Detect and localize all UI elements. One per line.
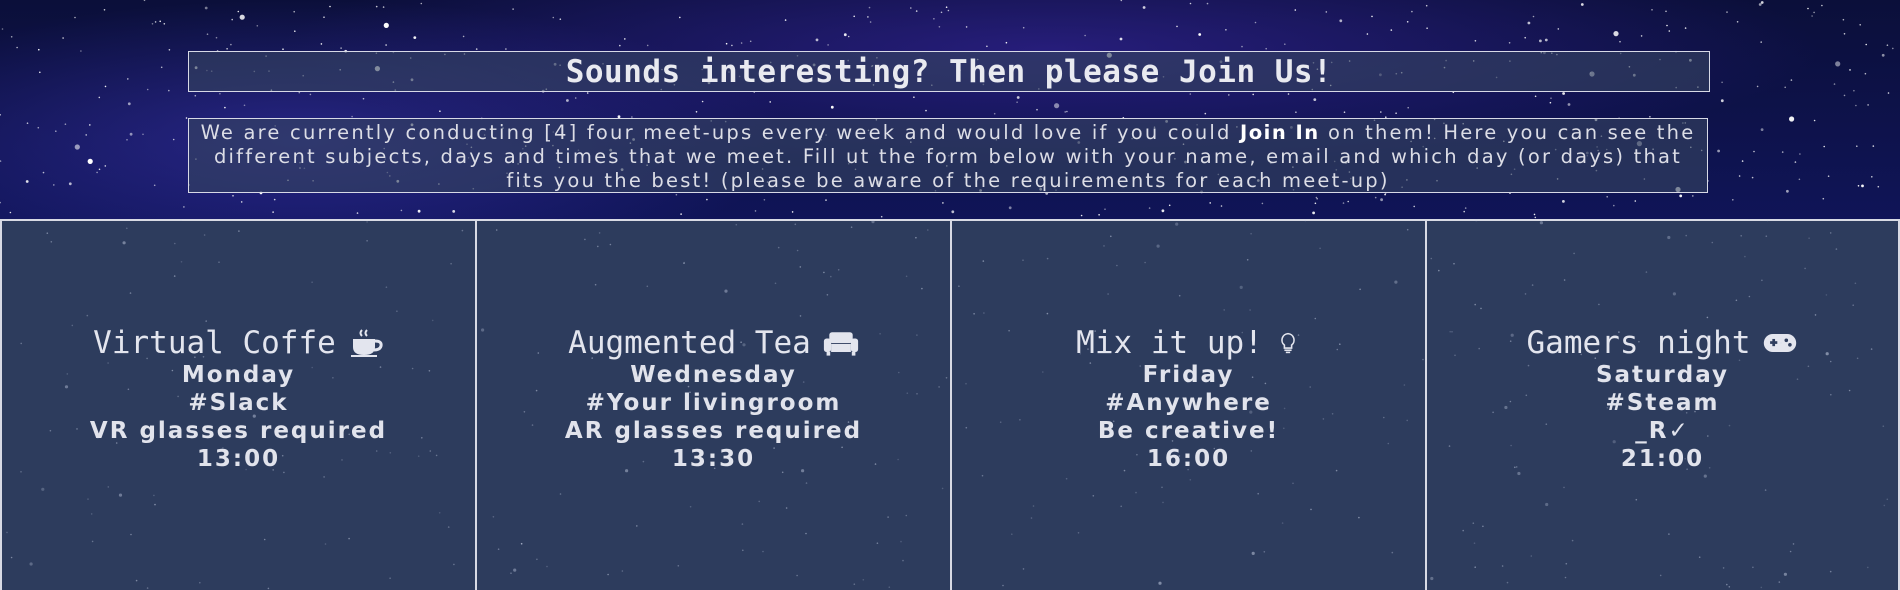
meetup-card-gamers-night: Gamers night Saturday #Steam _R✓ 21:00 xyxy=(1425,221,1900,590)
heading-box: Sounds interesting? Then please Join Us! xyxy=(188,51,1710,92)
lightbulb-icon xyxy=(1280,332,1295,354)
meetup-card-mix-it-up: Mix it up! Friday #Anywhere Be creative!… xyxy=(950,221,1425,590)
meetup-time: 21:00 xyxy=(1620,446,1705,472)
meetup-title-text: Virtual Coffe xyxy=(93,325,336,361)
intro-join-in-emphasis: Join In xyxy=(1240,121,1320,144)
intro-text-part1: We are currently conducting [4] four mee… xyxy=(200,121,1240,144)
meetup-day: Wednesday xyxy=(630,362,797,388)
meetup-time: 16:00 xyxy=(1146,446,1231,472)
gamepad-icon xyxy=(1764,334,1797,352)
meetup-requirement: VR glasses required xyxy=(89,418,388,444)
meetup-requirement: Be creative! xyxy=(1097,418,1280,444)
meetup-day: Saturday xyxy=(1595,362,1730,388)
meetup-panels: Virtual Coffe Monday #Slack VR glasses r… xyxy=(0,219,1900,590)
meetup-place: #Your livingroom xyxy=(585,390,842,416)
meetup-card-augmented-tea: Augmented Tea Wednesday #Your livingroom… xyxy=(475,221,950,590)
page-heading: Sounds interesting? Then please Join Us! xyxy=(565,53,1333,90)
meetup-title: Gamers night xyxy=(1527,325,1799,361)
couch-icon xyxy=(823,332,858,356)
meetup-day: Friday xyxy=(1142,362,1235,388)
meetup-place: #Anywhere xyxy=(1105,390,1272,416)
meetup-requirement: AR glasses required xyxy=(564,418,863,444)
meetup-time: 13:30 xyxy=(671,446,756,472)
meetup-title-text: Gamers night xyxy=(1526,325,1751,361)
meetup-card-virtual-coffe: Virtual Coffe Monday #Slack VR glasses r… xyxy=(0,221,475,590)
coffee-cup-icon xyxy=(350,329,383,357)
meetup-title: Virtual Coffe xyxy=(93,325,384,361)
meetup-title-text: Mix it up! xyxy=(1076,325,1263,361)
intro-text-box: We are currently conducting [4] four mee… xyxy=(188,118,1708,193)
meetup-place: #Slack xyxy=(188,390,289,416)
meetup-title: Mix it up! xyxy=(1076,325,1301,361)
meetup-time: 13:00 xyxy=(196,446,281,472)
meetup-place: #Steam xyxy=(1605,390,1720,416)
meetup-title: Augmented Tea xyxy=(568,325,859,361)
hero-section: Sounds interesting? Then please Join Us!… xyxy=(0,0,1900,220)
meetup-day: Monday xyxy=(181,362,296,388)
meetup-requirement: _R✓ xyxy=(1635,418,1690,444)
meetup-title-text: Augmented Tea xyxy=(568,325,811,361)
